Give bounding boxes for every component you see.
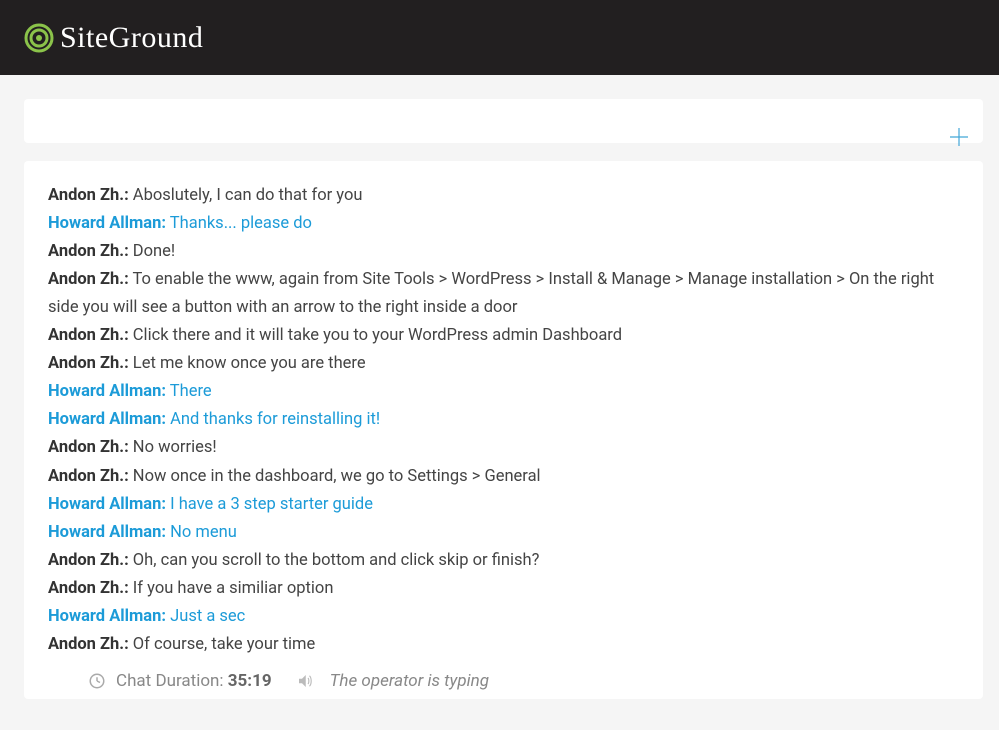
message-sender: Andon Zh.: <box>48 467 129 486</box>
message-sender: Howard Allman: <box>48 382 166 401</box>
chat-message: Andon Zh.: If you have a similiar option <box>48 575 959 603</box>
chat-message: Howard Allman: And thanks for reinstalli… <box>48 406 959 434</box>
brand-logo[interactable]: SiteGround <box>24 21 203 55</box>
message-sender: Howard Allman: <box>48 214 166 233</box>
message-sender: Howard Allman: <box>48 607 166 626</box>
chat-message: Howard Allman: There <box>48 378 959 406</box>
message-sender: Howard Allman: <box>48 495 166 514</box>
chat-message: Howard Allman: No menu <box>48 519 959 547</box>
brand-name: SiteGround <box>60 21 203 55</box>
chat-message: Andon Zh.: No worries! <box>48 434 959 462</box>
chat-message: Andon Zh.: Now once in the dashboard, we… <box>48 463 959 491</box>
message-sender: Andon Zh.: <box>48 326 129 345</box>
clock-icon <box>88 672 106 690</box>
duration-value: 35:19 <box>228 671 272 691</box>
message-sender: Howard Allman: <box>48 410 166 429</box>
plus-icon <box>948 126 970 148</box>
message-text: Of course, take your time <box>129 635 316 654</box>
chat-transcript[interactable]: Howard Allman: Can I reinstall?Andon Zh.… <box>48 185 975 659</box>
chat-duration: Chat Duration: 35:19 <box>116 671 272 691</box>
chat-message: Howard Allman: I have a 3 step starter g… <box>48 491 959 519</box>
message-sender: Howard Allman: <box>48 523 166 542</box>
message-text: To enable the www, again from Site Tools… <box>48 270 934 317</box>
message-text: Click there and it will take you to your… <box>129 326 622 345</box>
chat-footer: Chat Duration: 35:19 The operator is typ… <box>48 659 975 699</box>
chat-message: Andon Zh.: To enable the www, again from… <box>48 266 959 322</box>
typing-indicator: The operator is typing <box>330 671 489 691</box>
message-sender: Andon Zh.: <box>48 579 129 598</box>
message-sender: Andon Zh.: <box>48 186 129 205</box>
chat-panel: Howard Allman: Can I reinstall?Andon Zh.… <box>24 161 983 699</box>
top-bar <box>24 99 983 143</box>
message-sender: Andon Zh.: <box>48 438 129 457</box>
content-area: Howard Allman: Can I reinstall?Andon Zh.… <box>0 75 999 699</box>
message-sender: Andon Zh.: <box>48 551 129 570</box>
app-header: SiteGround <box>0 0 999 75</box>
chat-message: Andon Zh.: Done! <box>48 238 959 266</box>
spiral-icon <box>24 23 54 53</box>
message-sender: Andon Zh.: <box>48 270 129 289</box>
chat-message: Howard Allman: Just a sec <box>48 603 959 631</box>
add-button[interactable] <box>947 125 971 149</box>
message-sender: Andon Zh.: <box>48 242 129 261</box>
message-text: Let me know once you are there <box>129 354 366 373</box>
message-sender: Andon Zh.: <box>48 354 129 373</box>
message-text: If you have a similiar option <box>129 579 334 598</box>
message-text: No worries! <box>129 438 217 457</box>
duration-label: Chat Duration: <box>116 671 224 691</box>
chat-message: Andon Zh.: Oh, can you scroll to the bot… <box>48 547 959 575</box>
message-text: No menu <box>166 523 237 542</box>
message-text: Done! <box>129 242 175 261</box>
chat-message: Andon Zh.: Let me know once you are ther… <box>48 350 959 378</box>
chat-message: Andon Zh.: Of course, take your time <box>48 631 959 659</box>
message-text: And thanks for reinstalling it! <box>166 410 380 429</box>
message-text: Just a sec <box>166 607 245 626</box>
message-text: There <box>166 382 212 401</box>
message-sender: Andon Zh.: <box>48 635 129 654</box>
chat-message: Andon Zh.: Aboslutely, I can do that for… <box>48 185 959 210</box>
chat-message: Howard Allman: Thanks... please do <box>48 210 959 238</box>
message-text: Oh, can you scroll to the bottom and cli… <box>129 551 540 570</box>
sound-icon[interactable] <box>296 672 314 690</box>
message-text: Aboslutely, I can do that for you <box>129 186 363 205</box>
message-text: Now once in the dashboard, we go to Sett… <box>129 467 541 486</box>
chat-message: Andon Zh.: Click there and it will take … <box>48 322 959 350</box>
message-text: Thanks... please do <box>166 214 312 233</box>
message-text: I have a 3 step starter guide <box>166 495 373 514</box>
